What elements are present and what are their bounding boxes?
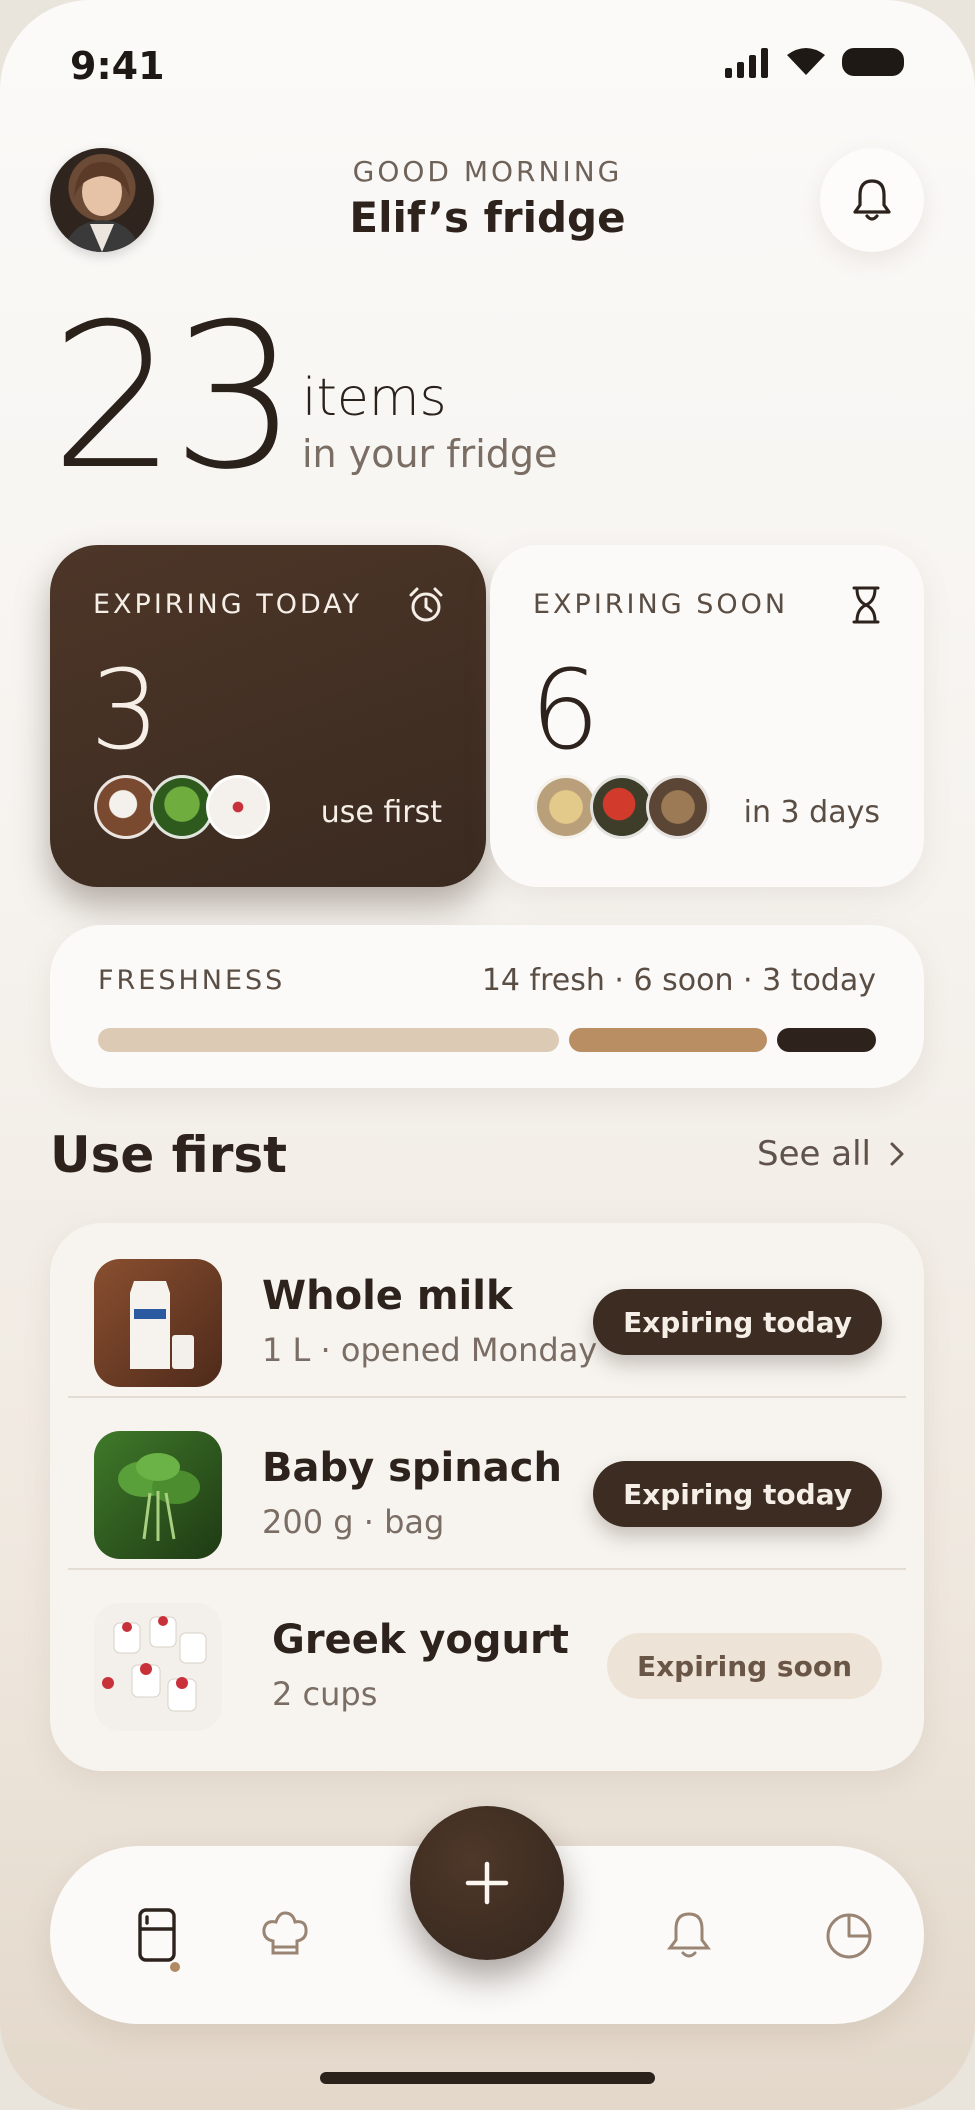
item-detail: 2 cups — [272, 1675, 378, 1713]
freshness-card: FRESHNESS 14 fresh · 6 soon · 3 today — [50, 925, 924, 1088]
item-detail: 1 L · opened Monday — [262, 1331, 598, 1369]
pie-chart-icon — [826, 1913, 872, 1959]
alarm-clock-icon — [409, 587, 443, 622]
status-icons — [723, 46, 905, 78]
expiring-soon-count: 6 — [530, 646, 600, 774]
nav-fridge[interactable] — [122, 1900, 192, 1970]
expiring-soon-label: EXPIRING SOON — [533, 589, 789, 620]
spinach-image — [94, 1431, 222, 1559]
yogurt-image — [94, 1603, 222, 1731]
item-name: Whole milk — [262, 1273, 513, 1319]
item-count-sublabel: in your fridge — [302, 432, 558, 476]
item-count-label: items — [302, 368, 447, 428]
item-count: 23 — [50, 281, 298, 514]
expiring-soon-thumbnails — [534, 775, 710, 839]
status-badge: Expiring soon — [606, 1633, 882, 1699]
status-badge: Expiring today — [593, 1461, 882, 1527]
milk-carton-icon — [130, 1281, 194, 1369]
milk-thumbnail — [94, 775, 158, 839]
nav-recipes[interactable] — [250, 1900, 320, 1970]
item-name: Greek yogurt — [272, 1617, 569, 1663]
status-badge: Expiring today — [593, 1289, 882, 1355]
active-indicator — [170, 1962, 180, 1972]
bell-icon — [853, 179, 891, 221]
freshness-segment-soon — [569, 1028, 767, 1052]
expiring-soon-card[interactable]: EXPIRING SOON 6 in 3 days — [490, 545, 924, 887]
wifi-icon — [787, 48, 825, 75]
notifications-button[interactable] — [820, 148, 924, 252]
expiring-today-label: EXPIRING TODAY — [93, 589, 363, 620]
battery-icon — [842, 48, 904, 76]
home-indicator — [320, 2072, 655, 2084]
freshness-label: FRESHNESS — [98, 965, 286, 996]
item-name: Baby spinach — [262, 1445, 562, 1491]
spinach-thumbnail — [150, 775, 214, 839]
expiring-today-foot: use first — [320, 795, 442, 830]
item-detail: 200 g · bag — [262, 1503, 445, 1541]
status-time: 9:41 — [70, 44, 165, 88]
yogurt-cups-icon — [102, 1616, 207, 1712]
list-item[interactable]: Greek yogurt 2 cups Expiring soon — [50, 1567, 924, 1739]
expiring-today-card[interactable]: EXPIRING TODAY 3 use first — [50, 545, 486, 887]
see-all-link[interactable]: See all — [757, 1134, 905, 1174]
list-item[interactable]: Baby spinach 200 g · bag Expiring today — [50, 1395, 924, 1567]
tomato-thumbnail — [590, 775, 654, 839]
freshness-segment-today — [777, 1028, 876, 1052]
cheese-thumbnail — [534, 775, 598, 839]
nav-alerts[interactable] — [654, 1900, 724, 1970]
list-item[interactable]: Whole milk 1 L · opened Monday Expiring … — [50, 1223, 924, 1395]
expiring-soon-foot: in 3 days — [743, 795, 880, 830]
expiring-today-count: 3 — [90, 646, 160, 774]
use-first-list: Whole milk 1 L · opened Monday Expiring … — [50, 1223, 924, 1771]
bread-thumbnail — [646, 775, 710, 839]
milk-image — [94, 1259, 222, 1387]
bell-icon — [667, 1912, 711, 1958]
freshness-counts: 14 fresh · 6 soon · 3 today — [481, 963, 876, 998]
add-item-button[interactable] — [410, 1806, 564, 1960]
signal-icon — [725, 48, 768, 78]
section-title: Use first — [50, 1126, 288, 1184]
chef-hat-icon — [262, 1911, 308, 1955]
fridge-icon — [138, 1908, 176, 1962]
spinach-leaves-icon — [118, 1453, 200, 1541]
yogurt-thumbnail — [206, 775, 270, 839]
hourglass-icon — [852, 586, 880, 624]
nav-stats[interactable] — [814, 1900, 884, 1970]
phone-screen: 9:41 GOOD MORNING Elif’s fridge 23 items… — [0, 0, 975, 2110]
see-all-label: See all — [757, 1134, 871, 1174]
plus-icon — [465, 1861, 509, 1905]
expiring-today-thumbnails — [94, 775, 270, 839]
chevron-right-icon — [890, 1142, 904, 1166]
freshness-segment-fresh — [98, 1028, 559, 1052]
